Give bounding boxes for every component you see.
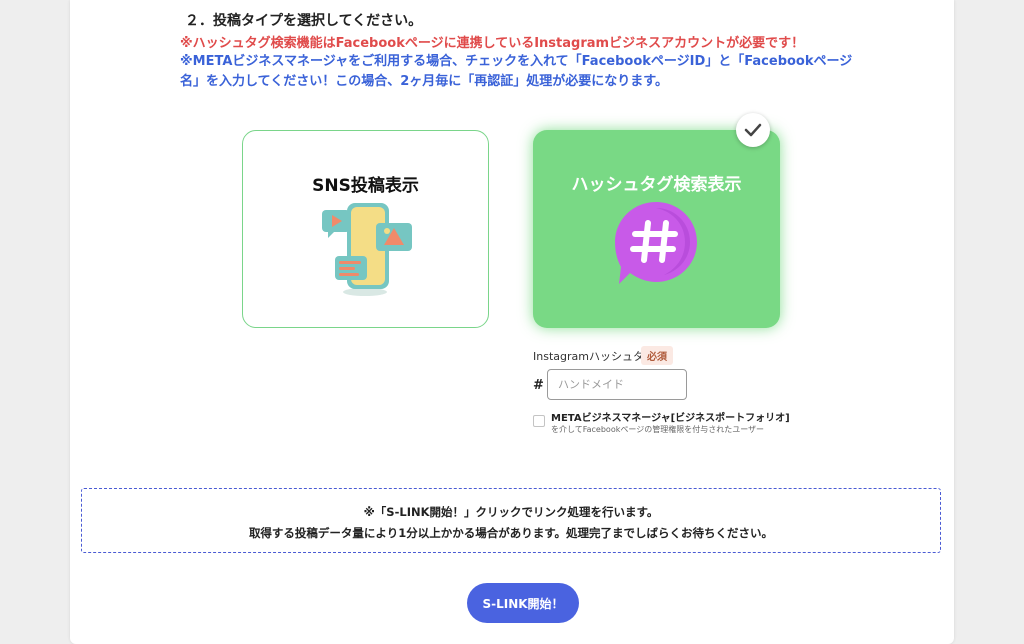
info-line-1: ※「S-LINK開始！」クリックでリンク処理を行います。 <box>363 505 659 519</box>
phone-social-icon <box>243 199 488 299</box>
hashtag-card-title: ハッシュタグ検索表示 <box>571 175 742 195</box>
meta-business-note: ※METAビジネスマネージャをご利用する場合、チェックを入れて「Facebook… <box>180 54 853 89</box>
hashtag-bubble-icon <box>533 198 780 298</box>
hashtag-input[interactable] <box>547 369 687 400</box>
sns-post-display-card[interactable]: SNS投稿表示 <box>242 130 489 328</box>
s-link-start-button[interactable]: S-LINK開始！ <box>467 583 579 623</box>
meta-business-checkbox[interactable] <box>533 415 545 427</box>
meta-checkbox-label: METAビジネスマネージャ[ビジネスポートフォリオ] <box>551 413 790 424</box>
selected-check-icon <box>736 113 770 147</box>
meta-checkbox-description: を介してFacebookページの管理権限を付与されたユーザー <box>551 425 765 434</box>
processing-info-box: ※「S-LINK開始！」クリックでリンク処理を行います。 取得する投稿データ量に… <box>81 488 941 553</box>
info-line-2: 取得する投稿データ量により1分以上かかる場合があります。処理完了までしばらくお待… <box>248 526 774 540</box>
hashtag-field-label: Instagramハッシュタグ <box>533 350 655 363</box>
step-title: ２．投稿タイプを選択してください。 <box>185 13 423 29</box>
sns-card-title: SNS投稿表示 <box>312 176 419 196</box>
hash-prefix: # <box>533 378 544 393</box>
required-badge: 必須 <box>641 346 673 365</box>
hashtag-search-display-card[interactable]: ハッシュタグ検索表示 <box>533 130 780 328</box>
hashtag-requirement-note: ※ハッシュタグ検索機能はFacebookページに連携しているInstagramビ… <box>180 36 805 51</box>
